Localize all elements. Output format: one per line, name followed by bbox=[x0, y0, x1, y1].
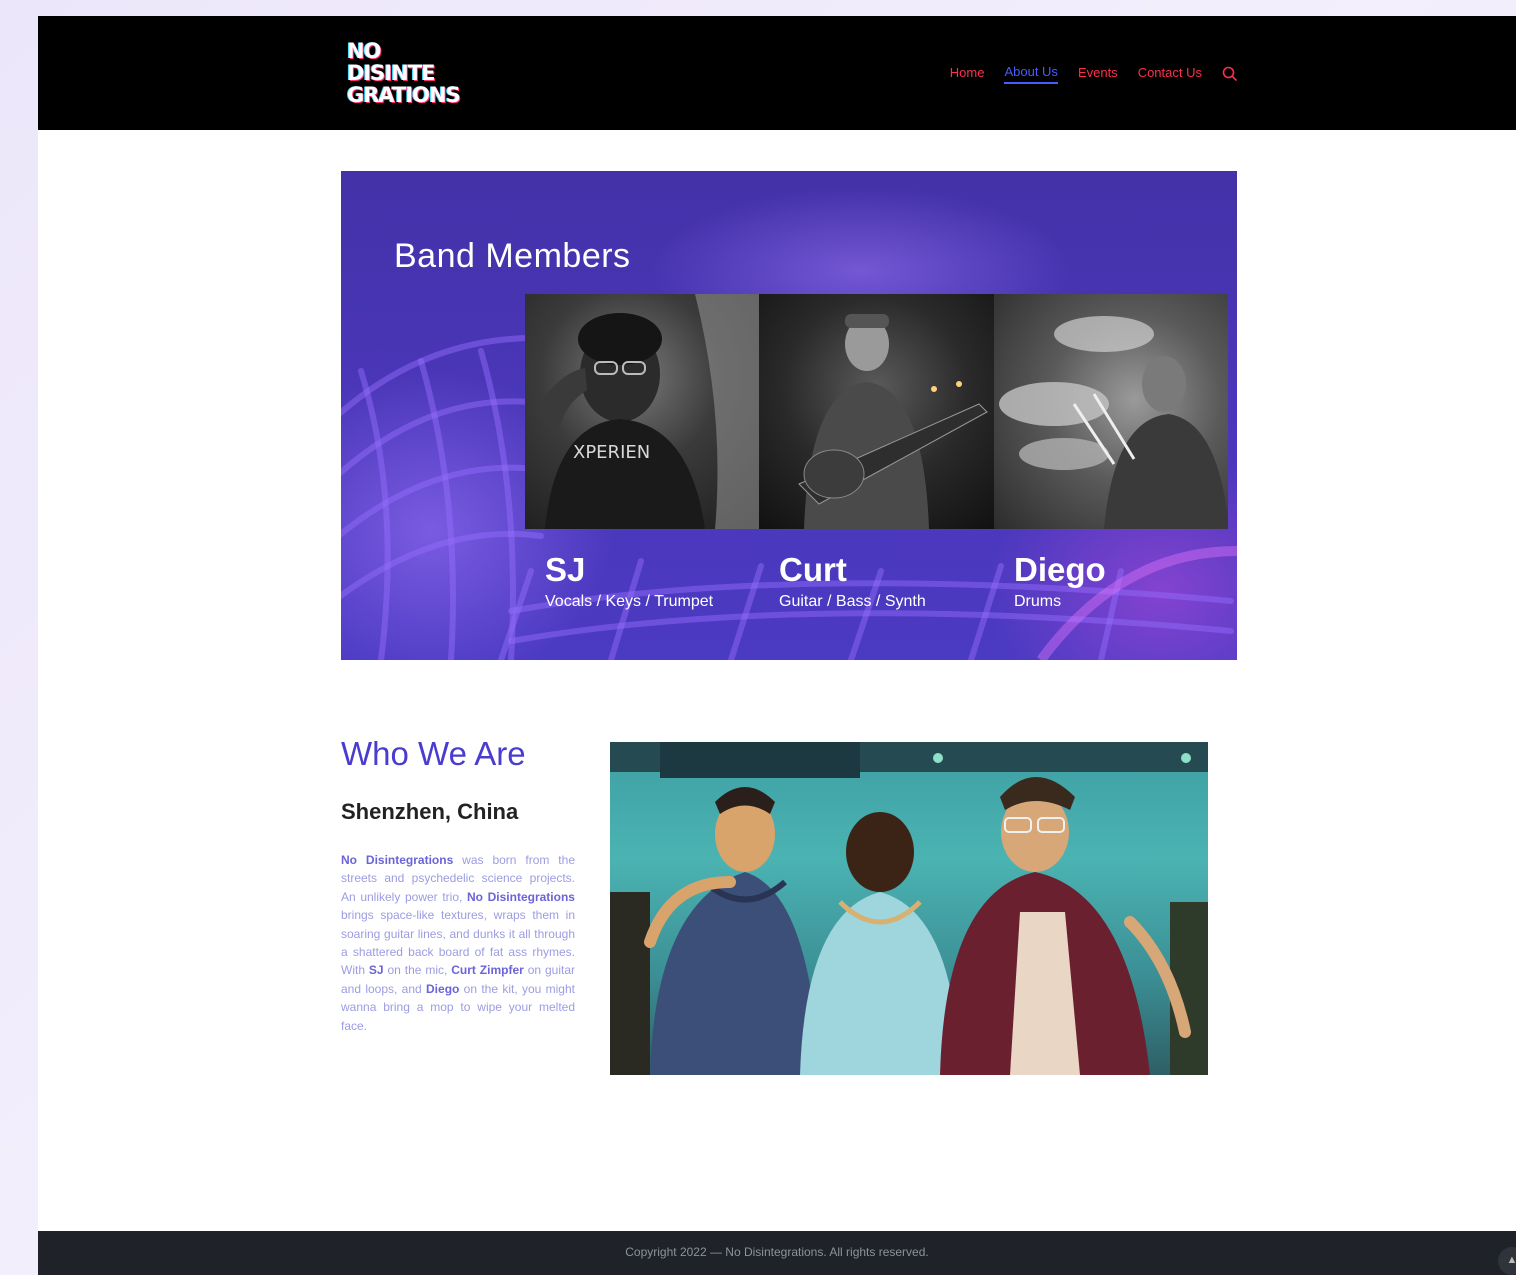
bio-highlight: Diego bbox=[426, 981, 460, 996]
logo-line-1: NO bbox=[347, 39, 381, 63]
member-role: Guitar / Bass / Synth bbox=[779, 593, 926, 610]
scroll-to-top-button[interactable]: ▲ bbox=[1498, 1247, 1516, 1275]
logo-line-3: GRATIONS bbox=[347, 83, 461, 107]
main-nav: Home About Us Events Contact Us bbox=[950, 64, 1238, 84]
search-icon[interactable] bbox=[1222, 66, 1238, 82]
nav-home[interactable]: Home bbox=[950, 65, 985, 83]
bio-highlight: No Disintegrations bbox=[341, 853, 454, 867]
member-curt: Curt Guitar / Bass / Synth bbox=[779, 551, 1013, 613]
member-photos: XPERIEN bbox=[525, 294, 1228, 529]
logo-line-2: DISINTE bbox=[347, 61, 435, 85]
site-header: NO DISINTE GRATIONS Home About Us Events… bbox=[38, 16, 1516, 130]
bio-highlight: SJ bbox=[368, 963, 384, 978]
band-members-title: Band Members bbox=[394, 237, 631, 275]
member-sj: SJ Vocals / Keys / Trumpet bbox=[545, 551, 779, 613]
who-we-are-title: Who We Are bbox=[341, 735, 526, 772]
nav-events[interactable]: Events bbox=[1078, 65, 1118, 83]
member-role: Drums bbox=[1014, 593, 1062, 610]
member-photo-curt bbox=[759, 294, 994, 529]
bio-highlight: No Disintegrations bbox=[466, 889, 575, 904]
member-name: SJ bbox=[545, 551, 586, 588]
chevron-up-icon: ▲ bbox=[1506, 1254, 1516, 1266]
band-bio: No Disintegrations was born from the str… bbox=[341, 851, 575, 1035]
bio-text: on the mic, bbox=[383, 963, 452, 978]
member-photo-sj: XPERIEN bbox=[525, 294, 760, 529]
band-group-photo bbox=[610, 742, 1208, 1075]
member-name: Diego bbox=[1014, 551, 1106, 588]
bio-highlight: Curt Zimpfer bbox=[451, 963, 524, 978]
nav-about-us[interactable]: About Us bbox=[1004, 64, 1058, 84]
nav-contact-us[interactable]: Contact Us bbox=[1138, 65, 1202, 83]
site-logo[interactable]: NO DISINTE GRATIONS bbox=[347, 40, 477, 106]
copyright-text: Copyright 2022 — No Disintegrations. All… bbox=[625, 1245, 929, 1259]
shirt-text: XPERIEN bbox=[573, 442, 651, 463]
site-footer: Copyright 2022 — No Disintegrations. All… bbox=[38, 1231, 1516, 1275]
member-photo-diego bbox=[993, 294, 1228, 529]
member-name: Curt bbox=[779, 551, 847, 588]
location-heading: Shenzhen, China bbox=[341, 799, 519, 824]
member-diego: Diego Drums bbox=[1014, 551, 1237, 613]
band-members-banner: Band Members XPERIEN SJ Vocals / Keys / … bbox=[341, 171, 1237, 660]
member-role: Vocals / Keys / Trumpet bbox=[545, 593, 714, 610]
page: NO DISINTE GRATIONS Home About Us Events… bbox=[38, 16, 1516, 1275]
